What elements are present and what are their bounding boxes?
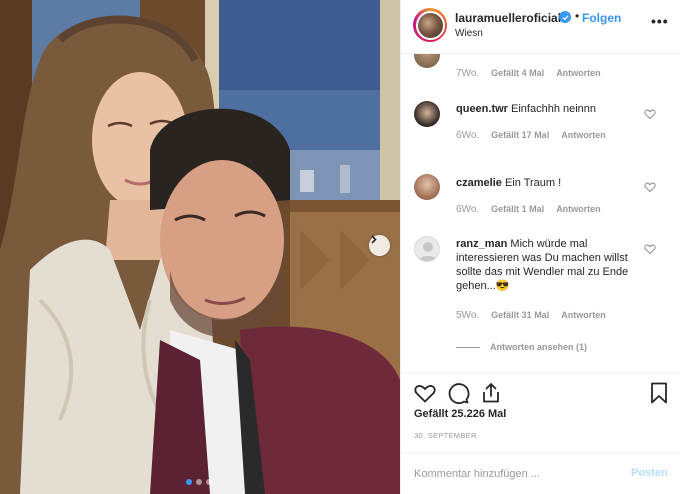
carousel-indicator bbox=[186, 479, 212, 485]
comment-body: czamelie Ein Traum ! bbox=[456, 176, 646, 190]
carousel-dot-2 bbox=[196, 479, 202, 485]
avatar[interactable] bbox=[414, 54, 440, 68]
like-comment-heart-icon[interactable] bbox=[644, 243, 656, 255]
author-username[interactable]: lauramuelleroficial bbox=[455, 11, 561, 25]
bookmark-icon[interactable] bbox=[647, 381, 671, 405]
like-comment-heart-icon[interactable] bbox=[644, 108, 656, 120]
comment-time[interactable]: 7Wo. bbox=[456, 68, 479, 79]
comment-text: Einfachhh neinnn bbox=[511, 103, 597, 115]
reply-button[interactable]: Antworten bbox=[561, 130, 606, 141]
follow-button[interactable]: Folgen bbox=[582, 11, 621, 25]
view-replies-button[interactable]: Antworten ansehen (1) bbox=[456, 342, 587, 352]
avatar[interactable] bbox=[414, 101, 440, 127]
more-icon[interactable]: ••• bbox=[651, 13, 669, 29]
avatar[interactable] bbox=[414, 174, 440, 200]
verified-icon bbox=[559, 11, 571, 23]
carousel-dot-3 bbox=[206, 479, 212, 485]
comment-likes[interactable]: Gefällt 1 Mal bbox=[491, 204, 544, 215]
comment-likes[interactable]: Gefällt 17 Mal bbox=[491, 130, 549, 141]
chevron-right-icon bbox=[371, 235, 377, 244]
carousel-next-button[interactable] bbox=[369, 235, 390, 256]
avatar[interactable] bbox=[414, 236, 440, 262]
comment-text: Ein Traum ! bbox=[504, 177, 562, 189]
comments-list[interactable]: 7Wo. Gefällt 4 Mal Antworten queen.twr E… bbox=[401, 54, 680, 372]
photo-illustration bbox=[0, 0, 400, 494]
author-avatar[interactable] bbox=[413, 8, 447, 42]
post-date[interactable]: 30. SEPTEMBER bbox=[414, 431, 477, 440]
comment-username[interactable]: queen.twr bbox=[456, 103, 508, 115]
comment-meta: 5Wo. Gefällt 31 Mal Antworten bbox=[456, 310, 606, 321]
comment-likes[interactable]: Gefällt 31 Mal bbox=[491, 310, 549, 321]
likes-count[interactable]: Gefällt 25.226 Mal bbox=[414, 408, 506, 420]
comment-body: ranz_man Mich würde mal interessieren wa… bbox=[456, 237, 634, 293]
comment-time[interactable]: 6Wo. bbox=[456, 130, 479, 141]
like-comment-heart-icon[interactable] bbox=[644, 181, 656, 193]
reply-button[interactable]: Antworten bbox=[561, 310, 606, 321]
share-icon[interactable] bbox=[479, 381, 503, 405]
add-comment-bar: Posten bbox=[401, 452, 680, 494]
comment-username[interactable]: ranz_man bbox=[456, 238, 507, 250]
comment-username[interactable]: czamelie bbox=[456, 177, 502, 189]
comment-icon[interactable] bbox=[446, 381, 470, 405]
comment-time[interactable]: 6Wo. bbox=[456, 204, 479, 215]
post-side-panel: lauramuelleroficial • Folgen Wiesn ••• 7… bbox=[400, 0, 680, 494]
heart-icon[interactable] bbox=[413, 381, 437, 405]
carousel-dot-1 bbox=[186, 479, 192, 485]
view-replies-label: Antworten ansehen (1) bbox=[490, 342, 588, 352]
divider bbox=[456, 346, 480, 348]
comment-body: queen.twr Einfachhh neinnn bbox=[456, 102, 646, 116]
comment-likes[interactable]: Gefällt 4 Mal bbox=[491, 68, 544, 79]
comment-meta: 7Wo. Gefällt 4 Mal Antworten bbox=[456, 68, 601, 79]
comment-input[interactable] bbox=[414, 465, 614, 483]
reply-button[interactable]: Antworten bbox=[556, 204, 601, 215]
comment-meta: 6Wo. Gefällt 17 Mal Antworten bbox=[456, 130, 606, 141]
post-header: lauramuelleroficial • Folgen Wiesn ••• bbox=[401, 0, 680, 54]
post-comment-button[interactable]: Posten bbox=[631, 467, 668, 479]
post-photo[interactable] bbox=[0, 0, 400, 494]
comment-time[interactable]: 5Wo. bbox=[456, 310, 479, 321]
post-location[interactable]: Wiesn bbox=[455, 28, 483, 39]
header-separator: • bbox=[575, 9, 580, 23]
comment-meta: 6Wo. Gefällt 1 Mal Antworten bbox=[456, 204, 601, 215]
reply-button[interactable]: Antworten bbox=[556, 68, 601, 79]
